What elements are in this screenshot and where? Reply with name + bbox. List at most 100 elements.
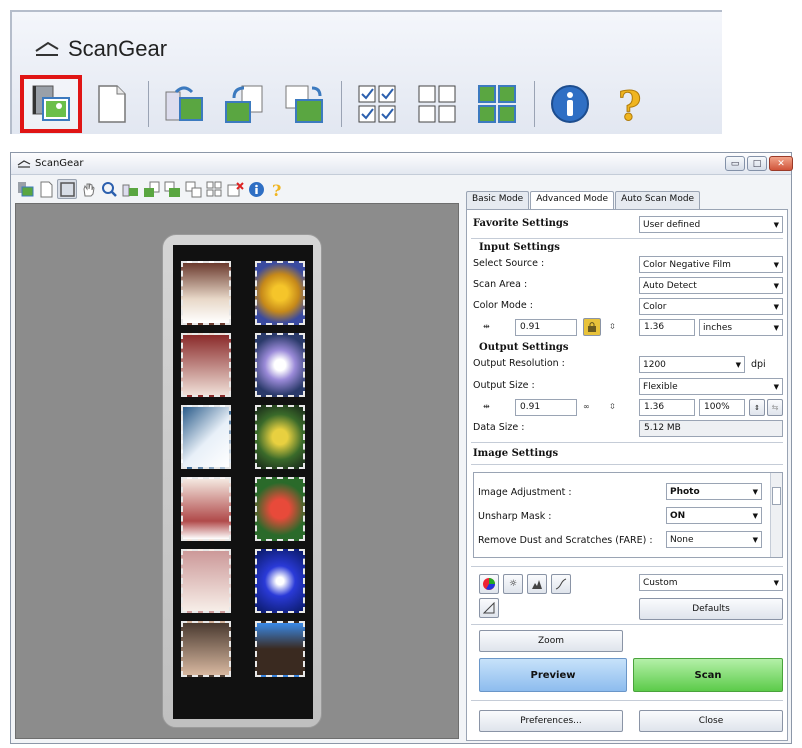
uncheck-all-frames-button[interactable] — [204, 179, 224, 199]
film-frame[interactable] — [181, 261, 231, 325]
whole-image-view-button[interactable] — [36, 179, 56, 199]
move-button[interactable] — [78, 179, 98, 199]
favorite-settings-select[interactable]: User defined ▼ — [639, 216, 783, 233]
color-preset-select[interactable]: Custom ▼ — [639, 574, 783, 591]
rotate-right-icon — [225, 85, 263, 123]
image-adjustment-select[interactable]: Photo ▼ — [666, 483, 762, 500]
output-height-field[interactable]: 1.36 — [639, 399, 695, 416]
switch-aspect-button[interactable]: ⇆ — [767, 399, 783, 416]
zoom-button[interactable] — [99, 179, 119, 199]
output-size-value: Flexible — [643, 381, 678, 392]
rotate-left-button[interactable] — [155, 77, 213, 131]
film-frame[interactable] — [181, 405, 231, 469]
crop-button[interactable] — [57, 179, 77, 199]
output-width-field[interactable]: 0.91 — [515, 399, 577, 416]
title-bar: ScanGear — [11, 153, 791, 175]
preview-button[interactable]: Preview — [479, 658, 627, 692]
chevron-down-icon: ▼ — [752, 487, 758, 496]
window-title: ScanGear — [35, 158, 84, 169]
auto-crop-button[interactable] — [275, 77, 333, 131]
select-source-select[interactable]: Color Negative Film ▼ — [639, 256, 783, 273]
auto-crop-button[interactable] — [162, 179, 182, 199]
minimize-button[interactable]: ▭ — [725, 156, 745, 171]
final-review-button[interactable] — [479, 598, 499, 618]
zoom-button[interactable]: Zoom — [479, 630, 623, 652]
data-size-label: Data Size : — [473, 422, 525, 433]
hand-icon — [82, 182, 95, 196]
divider — [471, 442, 783, 443]
input-height-field[interactable]: 1.36 — [639, 319, 695, 336]
color-mode-select[interactable]: Color ▼ — [639, 298, 783, 315]
divider — [471, 700, 783, 701]
color-mode-value: Color — [643, 301, 667, 312]
film-frame[interactable] — [255, 549, 305, 613]
unsharp-mask-select[interactable]: ON ▼ — [666, 507, 762, 524]
input-width-field[interactable]: 0.91 — [515, 319, 577, 336]
output-resolution-select[interactable]: 1200 ▼ — [639, 356, 745, 373]
thumbnail-view-button[interactable] — [20, 75, 82, 133]
input-settings-heading: Input Settings — [479, 242, 560, 253]
film-frame[interactable] — [181, 621, 231, 677]
output-resolution-value: 1200 — [643, 359, 666, 370]
unit-select[interactable]: inches ▼ — [699, 319, 783, 336]
film-frame[interactable] — [181, 333, 231, 397]
tone-curve-button[interactable] — [551, 574, 571, 594]
scan-area-select[interactable]: Auto Detect ▼ — [639, 277, 783, 294]
image-settings-list[interactable]: Image Adjustment : Photo ▼ Unsharp Mask :… — [473, 472, 783, 558]
vertical-scrollbar[interactable] — [770, 473, 782, 557]
color-balance-button[interactable] — [479, 574, 499, 594]
output-size-select[interactable]: Flexible ▼ — [639, 378, 783, 395]
film-frame[interactable] — [181, 477, 231, 541]
scale-spinner[interactable]: ⇕ — [749, 399, 765, 416]
thumbnail-view-button[interactable] — [15, 179, 35, 199]
defaults-button[interactable]: Defaults — [639, 598, 783, 620]
select-all-frames-button[interactable] — [468, 77, 526, 131]
information-button[interactable] — [541, 77, 599, 131]
tab-basic-mode[interactable]: Basic Mode — [466, 191, 530, 209]
histogram-button[interactable] — [527, 574, 547, 594]
brightness-contrast-button[interactable]: ☼ — [503, 574, 523, 594]
tab-auto-scan-mode[interactable]: Auto Scan Mode — [615, 191, 701, 209]
aspect-lock-button[interactable] — [583, 318, 601, 336]
chevron-down-icon: ▼ — [773, 382, 779, 391]
maximize-button[interactable]: □ — [747, 156, 767, 171]
help-button[interactable]: ? — [267, 179, 287, 199]
whole-image-view-button[interactable] — [82, 77, 140, 131]
clear-crop-button[interactable] — [225, 179, 245, 199]
scale-field[interactable]: 100% — [699, 399, 745, 416]
preview-area[interactable] — [15, 203, 459, 739]
rotate-left-icon — [165, 86, 203, 121]
rotate-right-button[interactable] — [215, 77, 273, 131]
crop-icon — [59, 181, 75, 197]
preferences-button[interactable]: Preferences... — [479, 710, 623, 732]
chevron-down-icon: ▼ — [773, 578, 779, 587]
toolbar-separator — [148, 81, 149, 127]
scangear-logo-icon — [35, 41, 59, 56]
close-button[interactable]: Close — [639, 710, 783, 732]
uncheck-all-frames-button[interactable] — [408, 77, 466, 131]
check-all-frames-button[interactable] — [183, 179, 203, 199]
scan-button[interactable]: Scan — [633, 658, 783, 692]
tab-advanced-mode[interactable]: Advanced Mode — [530, 191, 615, 210]
help-button[interactable]: ? — [601, 77, 659, 131]
information-button[interactable] — [246, 179, 266, 199]
check-all-frames-button[interactable] — [348, 77, 406, 131]
advanced-mode-panel: Favorite Settings User defined ▼ Input Se… — [466, 209, 788, 741]
film-frame[interactable] — [255, 333, 305, 397]
film-frame[interactable] — [255, 477, 305, 541]
divider — [471, 566, 783, 567]
grid-frames-icon — [206, 181, 221, 196]
color-mode-label: Color Mode : — [473, 300, 533, 311]
close-window-button[interactable]: ✕ — [769, 156, 793, 171]
chevron-down-icon: ▼ — [773, 220, 779, 229]
rotate-right-button[interactable] — [141, 179, 161, 199]
scrollbar-thumb[interactable] — [772, 487, 781, 505]
scangear-window: ScanGear ▭ □ ✕ ? Basic Mode Advanced Mod… — [10, 152, 793, 744]
multi-frame-icon — [185, 181, 201, 197]
remove-dust-select[interactable]: None ▼ — [666, 531, 762, 548]
film-frame[interactable] — [181, 549, 231, 613]
rotate-left-button[interactable] — [120, 179, 140, 199]
film-frame[interactable] — [255, 405, 305, 469]
film-frame[interactable] — [255, 621, 305, 677]
film-frame[interactable] — [255, 261, 305, 325]
